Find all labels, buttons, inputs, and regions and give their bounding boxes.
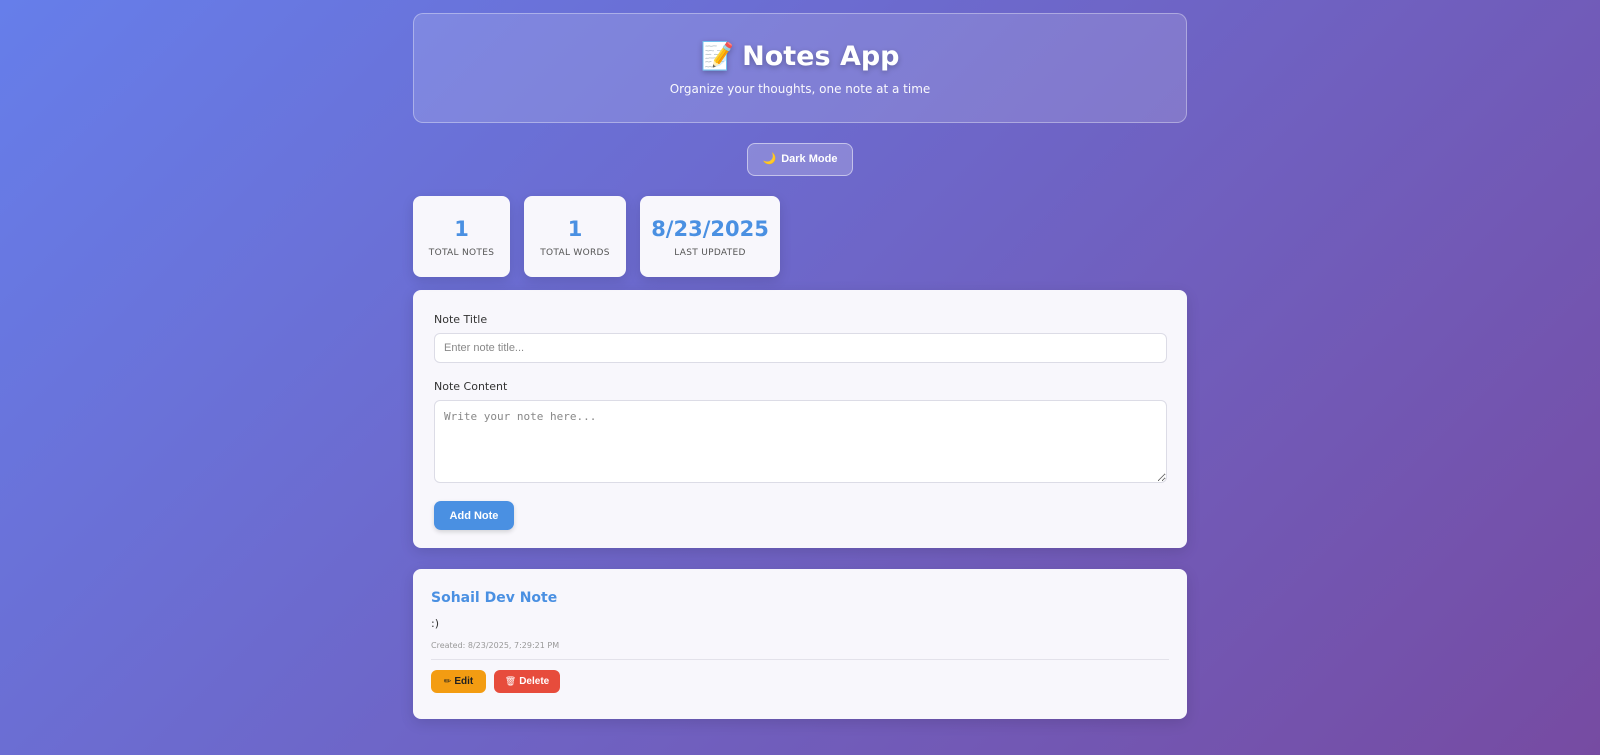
stat-value: 8/23/2025 <box>651 217 769 241</box>
stat-last-updated: 8/23/2025 LAST UPDATED <box>640 196 780 277</box>
note-form: Note Title Note Content Add Note <box>413 290 1187 548</box>
note-card: Sohail Dev Note :) Created: 8/23/2025, 7… <box>413 569 1187 719</box>
note-content: :) <box>431 617 439 630</box>
note-actions: ✏ Edit 🗑 Delete <box>431 670 1169 693</box>
note-created-timestamp: Created: 8/23/2025, 7:29:21 PM <box>431 641 560 650</box>
app-title: Notes App <box>742 41 900 72</box>
note-title: Sohail Dev Note <box>431 590 558 606</box>
delete-label: Delete <box>519 676 550 687</box>
stat-value: 1 <box>454 217 469 241</box>
trash-icon: 🗑 <box>504 676 517 686</box>
note-title-input[interactable] <box>434 333 1167 363</box>
stat-label: TOTAL NOTES <box>428 248 495 258</box>
app-subtitle: Organize your thoughts, one note at a ti… <box>669 82 931 96</box>
delete-note-button[interactable]: 🗑 Delete <box>494 670 560 693</box>
edit-label: Edit <box>454 676 474 687</box>
edit-note-button[interactable]: ✏ Edit <box>431 670 486 693</box>
stat-label: LAST UPDATED <box>674 248 746 258</box>
stat-value: 1 <box>567 217 583 241</box>
stat-total-notes: 1 TOTAL NOTES <box>413 196 510 277</box>
add-note-button[interactable]: Add Note <box>434 501 514 530</box>
theme-toggle-wrapper: 🌙 Dark Mode <box>413 143 1187 176</box>
stat-label: TOTAL WORDS <box>540 248 610 258</box>
note-divider <box>431 659 1169 660</box>
note-content-textarea[interactable] <box>434 400 1167 483</box>
memo-icon: 📝 <box>700 41 735 72</box>
page-title: 📝 Notes App <box>414 14 1186 72</box>
app-header: 📝 Notes App Organize your thoughts, one n… <box>413 13 1187 123</box>
note-title-label: Note Title <box>434 313 488 326</box>
moon-icon: 🌙 <box>762 153 777 165</box>
stat-total-words: 1 TOTAL WORDS <box>524 196 626 277</box>
app-container: 📝 Notes App Organize your thoughts, one n… <box>413 13 1187 719</box>
stats-row: 1 TOTAL NOTES 1 TOTAL WORDS 8/23/2025 LA… <box>413 196 1187 277</box>
dark-mode-label: Dark Mode <box>781 153 838 165</box>
dark-mode-button[interactable]: 🌙 Dark Mode <box>747 143 853 176</box>
pencil-icon: ✏ <box>443 676 452 686</box>
note-content-label: Note Content <box>434 380 508 393</box>
